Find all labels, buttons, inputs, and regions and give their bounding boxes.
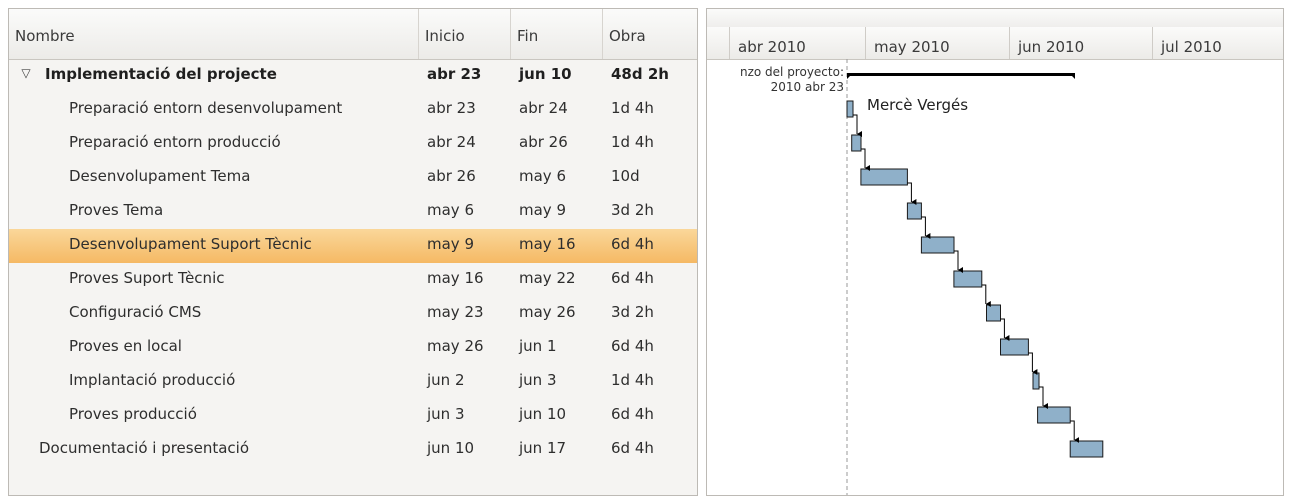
task-end: may 6 <box>519 167 566 185</box>
project-start-date: 2010 abr 23 <box>771 80 844 94</box>
task-work: 48d 2h <box>611 65 669 83</box>
task-end: abr 24 <box>519 99 568 117</box>
task-name: Proves Tema <box>69 201 164 219</box>
task-end: may 26 <box>519 303 576 321</box>
gantt-canvas: nzo del proyecto: 2010 abr 23 Mercè Verg… <box>740 59 1104 495</box>
task-work: 6d 4h <box>611 337 654 355</box>
project-window: Nombre Inicio Fin Obra ▽ Implementació de… <box>8 8 1284 496</box>
task-start: may 9 <box>427 235 474 253</box>
dependency-arrow <box>1028 352 1038 375</box>
task-bar[interactable] <box>1000 338 1029 356</box>
task-start: abr 23 <box>427 99 476 117</box>
column-header-obra[interactable]: Obra <box>603 9 697 59</box>
task-work: 1d 4h <box>611 371 654 389</box>
dependency-arrow <box>921 216 931 239</box>
dependency-arrow <box>981 284 991 307</box>
task-row[interactable]: Configuració CMS may 23 may 26 3d 2h <box>9 297 697 331</box>
task-end: may 22 <box>519 269 576 287</box>
dependency-arrow <box>853 114 862 137</box>
task-bar[interactable] <box>851 134 862 152</box>
table-header: Nombre Inicio Fin Obra <box>9 9 697 60</box>
task-row[interactable]: Desenvolupament Suport Tècnic may 9 may 16… <box>9 229 697 263</box>
task-work: 6d 4h <box>611 235 654 253</box>
task-row[interactable]: Preparació entorn producció abr 24 abr 26 1… <box>9 127 697 161</box>
task-bar[interactable] <box>1032 372 1040 390</box>
task-work: 1d 4h <box>611 133 654 151</box>
task-end: jun 10 <box>519 405 567 423</box>
task-work: 6d 4h <box>611 269 654 287</box>
expander-triangle-icon[interactable]: ▽ <box>18 65 34 81</box>
task-table: Nombre Inicio Fin Obra ▽ Implementació de… <box>8 8 698 496</box>
task-start: may 6 <box>427 201 474 219</box>
project-start-label: nzo del proyecto: <box>740 65 844 79</box>
dependency-arrow <box>907 182 917 205</box>
task-name: Configuració CMS <box>69 303 202 321</box>
task-end: may 16 <box>519 235 576 253</box>
task-row[interactable]: Desenvolupament Tema abr 26 may 6 10d <box>9 161 697 195</box>
task-bar[interactable] <box>1037 406 1071 424</box>
task-work: 6d 4h <box>611 439 654 457</box>
task-start: abr 23 <box>427 65 482 83</box>
dependency-arrow <box>1039 386 1048 409</box>
task-name: Desenvolupament Tema <box>69 167 251 185</box>
task-bar[interactable] <box>860 168 908 186</box>
task-bar[interactable] <box>846 100 854 118</box>
task-row[interactable]: Proves producció jun 3 jun 10 6d 4h <box>9 399 697 433</box>
task-start: may 23 <box>427 303 484 321</box>
resource-label: Mercè Vergés <box>867 96 968 114</box>
dependency-arrow <box>1000 318 1010 341</box>
task-work: 10d <box>611 167 640 185</box>
task-name: Proves Suport Tècnic <box>69 269 225 287</box>
task-bar[interactable] <box>986 304 1001 322</box>
task-name: Preparació entorn producció <box>69 133 281 151</box>
task-bar[interactable] <box>1069 440 1104 458</box>
task-row[interactable]: Proves Suport Tècnic may 16 may 22 6d 4h <box>9 263 697 297</box>
task-row[interactable]: Implantació producció jun 2 jun 3 1d 4h <box>9 365 697 399</box>
task-work: 3d 2h <box>611 201 654 219</box>
task-bars <box>846 100 1104 458</box>
task-work: 3d 2h <box>611 303 654 321</box>
task-bar[interactable] <box>920 236 955 254</box>
task-start: jun 3 <box>427 405 465 423</box>
task-name: Documentació i presentació <box>39 439 249 457</box>
column-header-fin[interactable]: Fin <box>511 9 603 59</box>
task-start: abr 24 <box>427 133 476 151</box>
task-row[interactable]: Preparació entorn desenvolupament abr 23 a… <box>9 93 697 127</box>
task-name: Implantació producció <box>69 371 236 389</box>
dependency-arrow <box>861 148 870 171</box>
column-header-nombre[interactable]: Nombre <box>9 9 419 59</box>
task-bar[interactable] <box>906 202 922 220</box>
task-end: jun 3 <box>519 371 557 389</box>
gantt-chart: abr 2010 may 2010 jun 2010 jul 2010 nzo … <box>706 8 1284 496</box>
task-start: may 16 <box>427 269 484 287</box>
task-name: Preparació entorn desenvolupament <box>69 99 343 117</box>
task-work: 1d 4h <box>611 99 654 117</box>
task-row[interactable]: Proves en local may 26 jun 1 6d 4h <box>9 331 697 365</box>
task-row[interactable]: ▽ Implementació del projecte abr 23 jun 10 4… <box>9 59 697 93</box>
summary-bar[interactable] <box>847 73 1075 79</box>
task-end: jun 10 <box>519 65 572 83</box>
task-start: may 26 <box>427 337 484 355</box>
task-start: abr 26 <box>427 167 476 185</box>
task-row[interactable]: Documentació i presentació jun 10 jun 17 6d… <box>9 433 697 467</box>
task-start: jun 10 <box>427 439 475 457</box>
task-start: jun 2 <box>427 371 465 389</box>
task-name: Proves en local <box>69 337 182 355</box>
dependency-arrow <box>1070 420 1080 443</box>
task-end: may 9 <box>519 201 566 219</box>
task-name: Implementació del projecte <box>45 65 277 83</box>
task-end: abr 26 <box>519 133 568 151</box>
column-header-inicio[interactable]: Inicio <box>419 9 511 59</box>
task-end: jun 1 <box>519 337 557 355</box>
task-name: Desenvolupament Suport Tècnic <box>69 235 312 253</box>
task-work: 6d 4h <box>611 405 654 423</box>
task-bar[interactable] <box>953 270 983 288</box>
task-row[interactable]: Proves Tema may 6 may 9 3d 2h <box>9 195 697 229</box>
task-end: jun 17 <box>519 439 567 457</box>
task-name: Proves producció <box>69 405 197 423</box>
dependency-arrow <box>954 250 963 273</box>
